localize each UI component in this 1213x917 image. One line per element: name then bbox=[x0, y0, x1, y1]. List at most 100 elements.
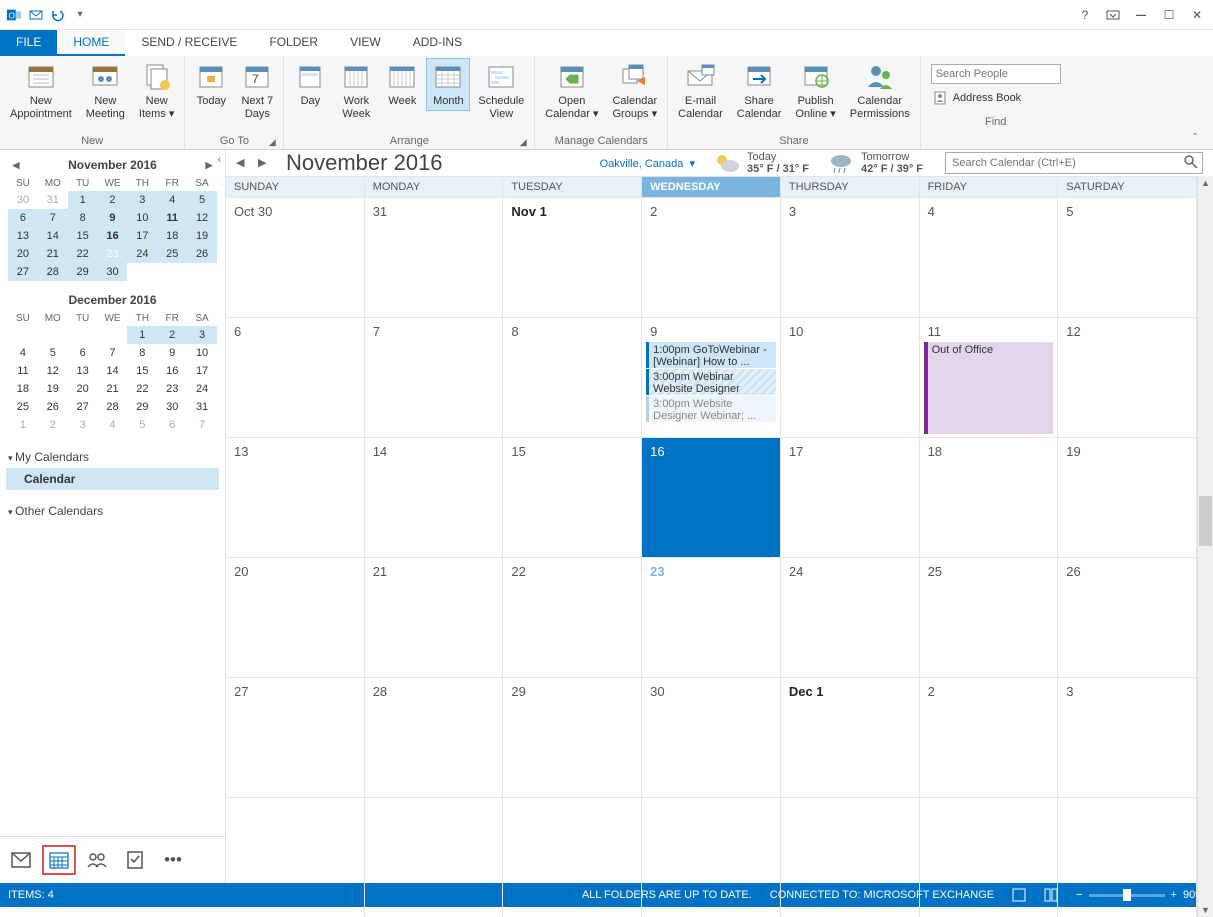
mini-cal-prev-icon[interactable]: ◀ bbox=[10, 160, 22, 171]
calendar-event[interactable]: Out of Office bbox=[924, 342, 1054, 434]
cal-day-cell[interactable]: 2 bbox=[642, 198, 781, 317]
mini-cal-day[interactable]: 25 bbox=[157, 245, 187, 263]
mini-cal-day[interactable]: 26 bbox=[38, 398, 68, 416]
mini-cal-day[interactable]: 10 bbox=[127, 209, 157, 227]
cal-day-cell[interactable]: 12 bbox=[1058, 318, 1197, 437]
mini-cal-day[interactable]: 29 bbox=[68, 263, 98, 281]
sidebar-collapse-icon[interactable]: ‹ bbox=[218, 154, 221, 165]
nav-tasks-icon[interactable] bbox=[118, 845, 152, 875]
mini-cal-day[interactable]: 1 bbox=[68, 191, 98, 209]
close-icon[interactable]: ✕ bbox=[1189, 7, 1205, 23]
mini-cal-day[interactable]: 7 bbox=[187, 416, 217, 434]
cal-day-cell[interactable]: 13 bbox=[226, 438, 365, 557]
tab-folder[interactable]: FOLDER bbox=[253, 30, 334, 56]
mini-cal-day[interactable]: 3 bbox=[68, 416, 98, 434]
tab-send-receive[interactable]: SEND / RECEIVE bbox=[125, 30, 253, 56]
cal-day-cell[interactable]: 8 bbox=[503, 318, 642, 437]
qat-send-receive-icon[interactable] bbox=[28, 7, 44, 23]
cal-day-cell[interactable]: 26 bbox=[1058, 558, 1197, 677]
publish-online-button[interactable]: Publish Online ▾ bbox=[789, 58, 841, 124]
cal-day-cell[interactable]: 18 bbox=[920, 438, 1059, 557]
mini-cal-day[interactable]: 1 bbox=[8, 416, 38, 434]
cal-day-cell[interactable]: 3 bbox=[781, 198, 920, 317]
mini-cal-day[interactable]: 16 bbox=[157, 362, 187, 380]
cal-day-cell[interactable] bbox=[365, 798, 504, 917]
mini-cal-day[interactable]: 2 bbox=[38, 416, 68, 434]
mini-cal-day[interactable]: 4 bbox=[98, 416, 128, 434]
mini-cal-day[interactable]: 3 bbox=[187, 326, 217, 344]
mini-cal-day[interactable]: 17 bbox=[127, 227, 157, 245]
cal-day-cell[interactable] bbox=[226, 798, 365, 917]
cal-prev-icon[interactable]: ◀ bbox=[236, 156, 250, 170]
mini-cal-day[interactable]: 19 bbox=[38, 380, 68, 398]
mini-cal-day[interactable]: 6 bbox=[8, 209, 38, 227]
mini-cal-day[interactable]: 16 bbox=[98, 227, 128, 245]
mini-cal-day[interactable]: 31 bbox=[187, 398, 217, 416]
email-calendar-button[interactable]: E-mail Calendar bbox=[672, 58, 729, 124]
cal-day-cell[interactable]: 20 bbox=[226, 558, 365, 677]
week-view-button[interactable]: Week bbox=[380, 58, 424, 111]
ribbon-display-icon[interactable] bbox=[1105, 7, 1121, 23]
share-calendar-button[interactable]: Share Calendar bbox=[731, 58, 788, 124]
mini-cal-day[interactable]: 7 bbox=[38, 209, 68, 227]
mini-cal-day[interactable]: 5 bbox=[38, 344, 68, 362]
cal-day-cell[interactable]: 29 bbox=[503, 678, 642, 797]
cal-day-cell[interactable]: 25 bbox=[920, 558, 1059, 677]
calendar-event[interactable]: 3:00pm Webinar Website Designer bbox=[646, 369, 776, 395]
cal-day-cell[interactable]: Oct 30 bbox=[226, 198, 365, 317]
new-meeting-button[interactable]: New Meeting bbox=[80, 58, 131, 124]
nav-mail-icon[interactable] bbox=[4, 845, 38, 875]
mini-cal-day[interactable]: 18 bbox=[157, 227, 187, 245]
cal-day-cell[interactable]: 16 bbox=[642, 438, 781, 557]
schedule-view-button[interactable]: Schedule View bbox=[472, 58, 530, 124]
cal-day-cell[interactable] bbox=[642, 798, 781, 917]
maximize-icon[interactable]: ☐ bbox=[1161, 7, 1177, 23]
cal-day-cell[interactable]: 11Out of Office bbox=[920, 318, 1059, 437]
cal-day-cell[interactable]: 2 bbox=[920, 678, 1059, 797]
mini-cal-day[interactable]: 15 bbox=[127, 362, 157, 380]
search-calendar-input[interactable] bbox=[945, 152, 1203, 174]
mini-cal-day[interactable]: 10 bbox=[187, 344, 217, 362]
new-appointment-button[interactable]: New Appointment bbox=[4, 58, 78, 124]
mini-cal-day[interactable]: 29 bbox=[127, 398, 157, 416]
scroll-thumb[interactable] bbox=[1199, 496, 1212, 546]
mini-cal-day[interactable]: 3 bbox=[127, 191, 157, 209]
cal-day-cell[interactable]: 27 bbox=[226, 678, 365, 797]
mini-cal-day[interactable]: 13 bbox=[68, 362, 98, 380]
minimize-icon[interactable]: – bbox=[1133, 7, 1149, 23]
address-book-button[interactable]: Address Book bbox=[931, 88, 1061, 108]
mini-cal-day[interactable]: 9 bbox=[98, 209, 128, 227]
mini-cal-day[interactable]: 8 bbox=[68, 209, 98, 227]
qat-customize-icon[interactable]: ▾ bbox=[72, 7, 88, 23]
mini-cal-day[interactable]: 14 bbox=[38, 227, 68, 245]
tab-view[interactable]: VIEW bbox=[334, 30, 397, 56]
mini-cal-day[interactable]: 26 bbox=[187, 245, 217, 263]
ribbon-collapse-icon[interactable]: ˆ bbox=[1193, 131, 1207, 145]
mini-cal-day[interactable]: 23 bbox=[98, 245, 128, 263]
mini-cal-day[interactable]: 6 bbox=[68, 344, 98, 362]
cal-next-icon[interactable]: ▶ bbox=[258, 156, 272, 170]
tab-home[interactable]: HOME bbox=[57, 30, 125, 56]
mini-cal-day[interactable]: 24 bbox=[187, 380, 217, 398]
mini-cal-day[interactable]: 2 bbox=[98, 191, 128, 209]
cal-day-cell[interactable]: 3 bbox=[1058, 678, 1197, 797]
cal-day-cell[interactable]: 10 bbox=[781, 318, 920, 437]
cal-day-cell[interactable]: 5 bbox=[1058, 198, 1197, 317]
mini-cal-day[interactable]: 20 bbox=[8, 245, 38, 263]
mini-cal-day[interactable]: 4 bbox=[8, 344, 38, 362]
work-week-button[interactable]: Work Week bbox=[334, 58, 378, 124]
calendar-event[interactable]: 1:00pm GoToWebinar - [Webinar] How to ..… bbox=[646, 342, 776, 368]
mini-cal-day[interactable]: 14 bbox=[98, 362, 128, 380]
cal-day-cell[interactable]: 17 bbox=[781, 438, 920, 557]
today-button[interactable]: Today bbox=[189, 58, 233, 111]
mini-cal-day[interactable]: 9 bbox=[157, 344, 187, 362]
mini-cal-day[interactable]: 21 bbox=[98, 380, 128, 398]
search-people-input[interactable] bbox=[931, 64, 1061, 84]
mini-cal-day[interactable]: 2 bbox=[157, 326, 187, 344]
cal-day-cell[interactable]: 6 bbox=[226, 318, 365, 437]
mini-cal-day[interactable]: 12 bbox=[187, 209, 217, 227]
mini-cal-day[interactable]: 4 bbox=[157, 191, 187, 209]
calendar-groups-button[interactable]: Calendar Groups ▾ bbox=[606, 58, 663, 124]
mini-cal-day[interactable]: 30 bbox=[157, 398, 187, 416]
mini-cal-day[interactable]: 8 bbox=[127, 344, 157, 362]
